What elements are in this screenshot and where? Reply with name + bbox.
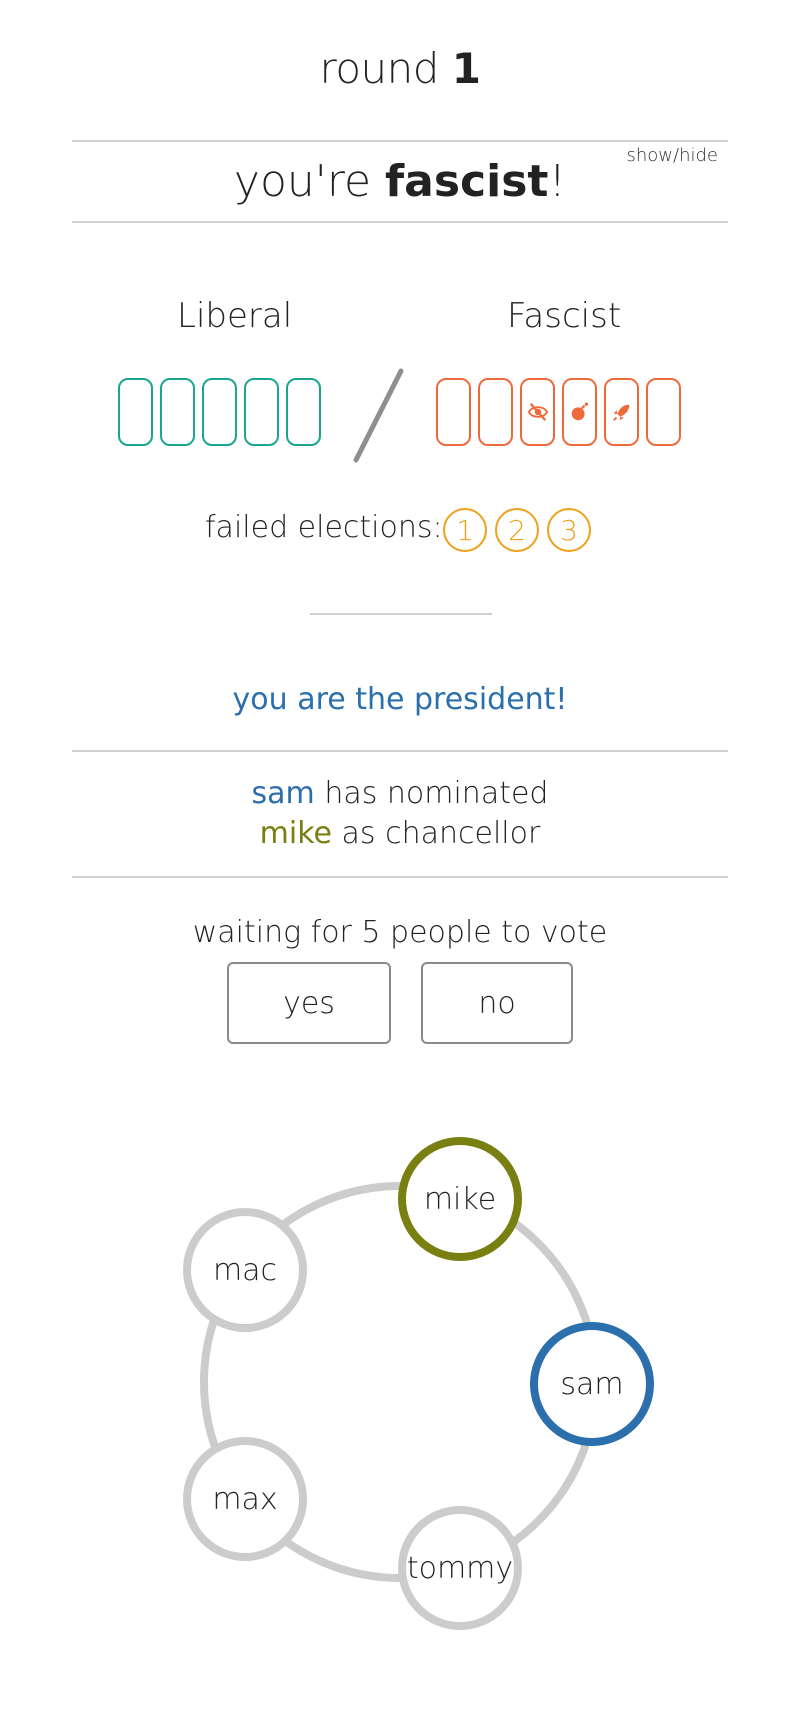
player-name-mike: mike — [423, 1182, 497, 1217]
player-name-sam: sam — [560, 1367, 624, 1402]
player-name-tommy: tommy — [406, 1551, 514, 1586]
player-name-max: max — [212, 1482, 278, 1517]
game-screen: round 1 you're fascist! show/hide Libera… — [0, 0, 800, 1710]
player-table — [183, 1137, 654, 1630]
player-name-mac: mac — [212, 1253, 278, 1288]
